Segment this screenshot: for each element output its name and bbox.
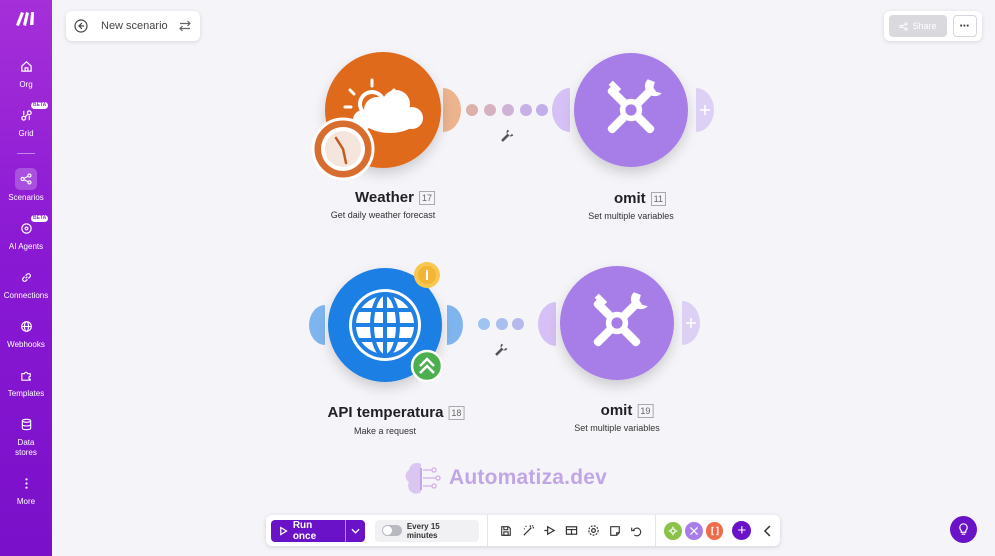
save-icon	[501, 525, 512, 536]
magic-wand-icon	[523, 524, 534, 536]
bottom-toolbar: Run once Every 15 minutes +	[266, 515, 780, 546]
module-name: omit	[600, 402, 633, 419]
text-parser-button[interactable]	[685, 521, 703, 540]
schedule-clock-icon[interactable]	[311, 117, 375, 181]
flow-control-button[interactable]	[539, 520, 561, 542]
module-id-badge: 19	[637, 403, 654, 418]
chevron-down-icon	[351, 528, 360, 534]
flow-router-button[interactable]	[705, 521, 724, 540]
brain-circuit-icon	[405, 462, 441, 494]
module-api-temperatura[interactable]	[309, 262, 444, 383]
module-title: API temperatura 18	[328, 404, 465, 421]
gear-icon	[587, 525, 599, 536]
module-subtitle: Make a request	[353, 426, 417, 436]
watermark: Automatiza.dev	[403, 458, 607, 498]
module-name: Weather	[355, 189, 414, 206]
module-title: omit 11	[613, 190, 667, 207]
settings-button[interactable]	[582, 520, 604, 542]
connection-api-omit[interactable]	[447, 302, 556, 358]
toolbar-divider	[655, 515, 657, 546]
module-name: API temperatura	[327, 404, 444, 421]
table-icon	[565, 526, 578, 535]
wrench-icon[interactable]	[493, 343, 508, 358]
module-id-badge: 11	[650, 191, 667, 206]
watermark-text: Automatiza.dev	[449, 466, 607, 489]
module-title: omit 19	[601, 402, 654, 419]
tools-module-button[interactable]	[664, 521, 683, 540]
module-id-badge: 18	[448, 405, 465, 420]
flow-control-icon	[544, 525, 556, 536]
module-subtitle: Set multiple variables	[574, 423, 660, 433]
play-icon	[280, 525, 288, 536]
undo-button[interactable]	[626, 520, 648, 542]
add-module-button[interactable]: +	[732, 521, 752, 540]
module-name: omit	[613, 190, 646, 207]
note-icon	[609, 525, 620, 536]
module-omit-19[interactable]	[560, 266, 700, 380]
module-id-badge: 17	[418, 190, 435, 205]
tools-icon	[689, 526, 698, 535]
lightbulb-icon	[959, 523, 968, 535]
notes-button[interactable]	[604, 520, 626, 542]
cog-icon	[668, 526, 678, 535]
info-badge-icon[interactable]	[414, 262, 440, 288]
wrench-icon[interactable]	[499, 129, 514, 144]
module-subtitle: Set multiple variables	[588, 211, 674, 221]
run-once-main[interactable]: Run once	[271, 520, 345, 542]
run-once-label: Run once	[292, 519, 317, 542]
module-weather[interactable]	[311, 52, 441, 181]
save-button[interactable]	[496, 520, 518, 542]
run-options-dropdown[interactable]	[345, 519, 365, 542]
module-title: Weather 17	[355, 189, 435, 206]
help-button[interactable]	[950, 516, 977, 543]
module-omit-11[interactable]	[574, 53, 714, 167]
undo-icon	[631, 527, 642, 536]
schedule-label: Every 15 minutes	[406, 521, 440, 540]
schedule-switch[interactable]	[382, 525, 402, 536]
auto-align-button[interactable]	[517, 520, 539, 542]
toolbar-divider	[486, 515, 488, 546]
schedule-toggle[interactable]: Every 15 minutes	[375, 519, 479, 542]
run-once-button[interactable]: Run once	[271, 519, 366, 542]
properties-button[interactable]	[561, 520, 583, 542]
chevron-left-icon[interactable]	[761, 524, 775, 538]
connection-weather-omit[interactable]	[443, 88, 570, 144]
globe-icon	[349, 289, 421, 361]
chevrons-up-icon[interactable]	[410, 349, 444, 383]
brackets-icon	[711, 526, 719, 535]
module-subtitle: Get daily weather forecast	[330, 210, 436, 220]
